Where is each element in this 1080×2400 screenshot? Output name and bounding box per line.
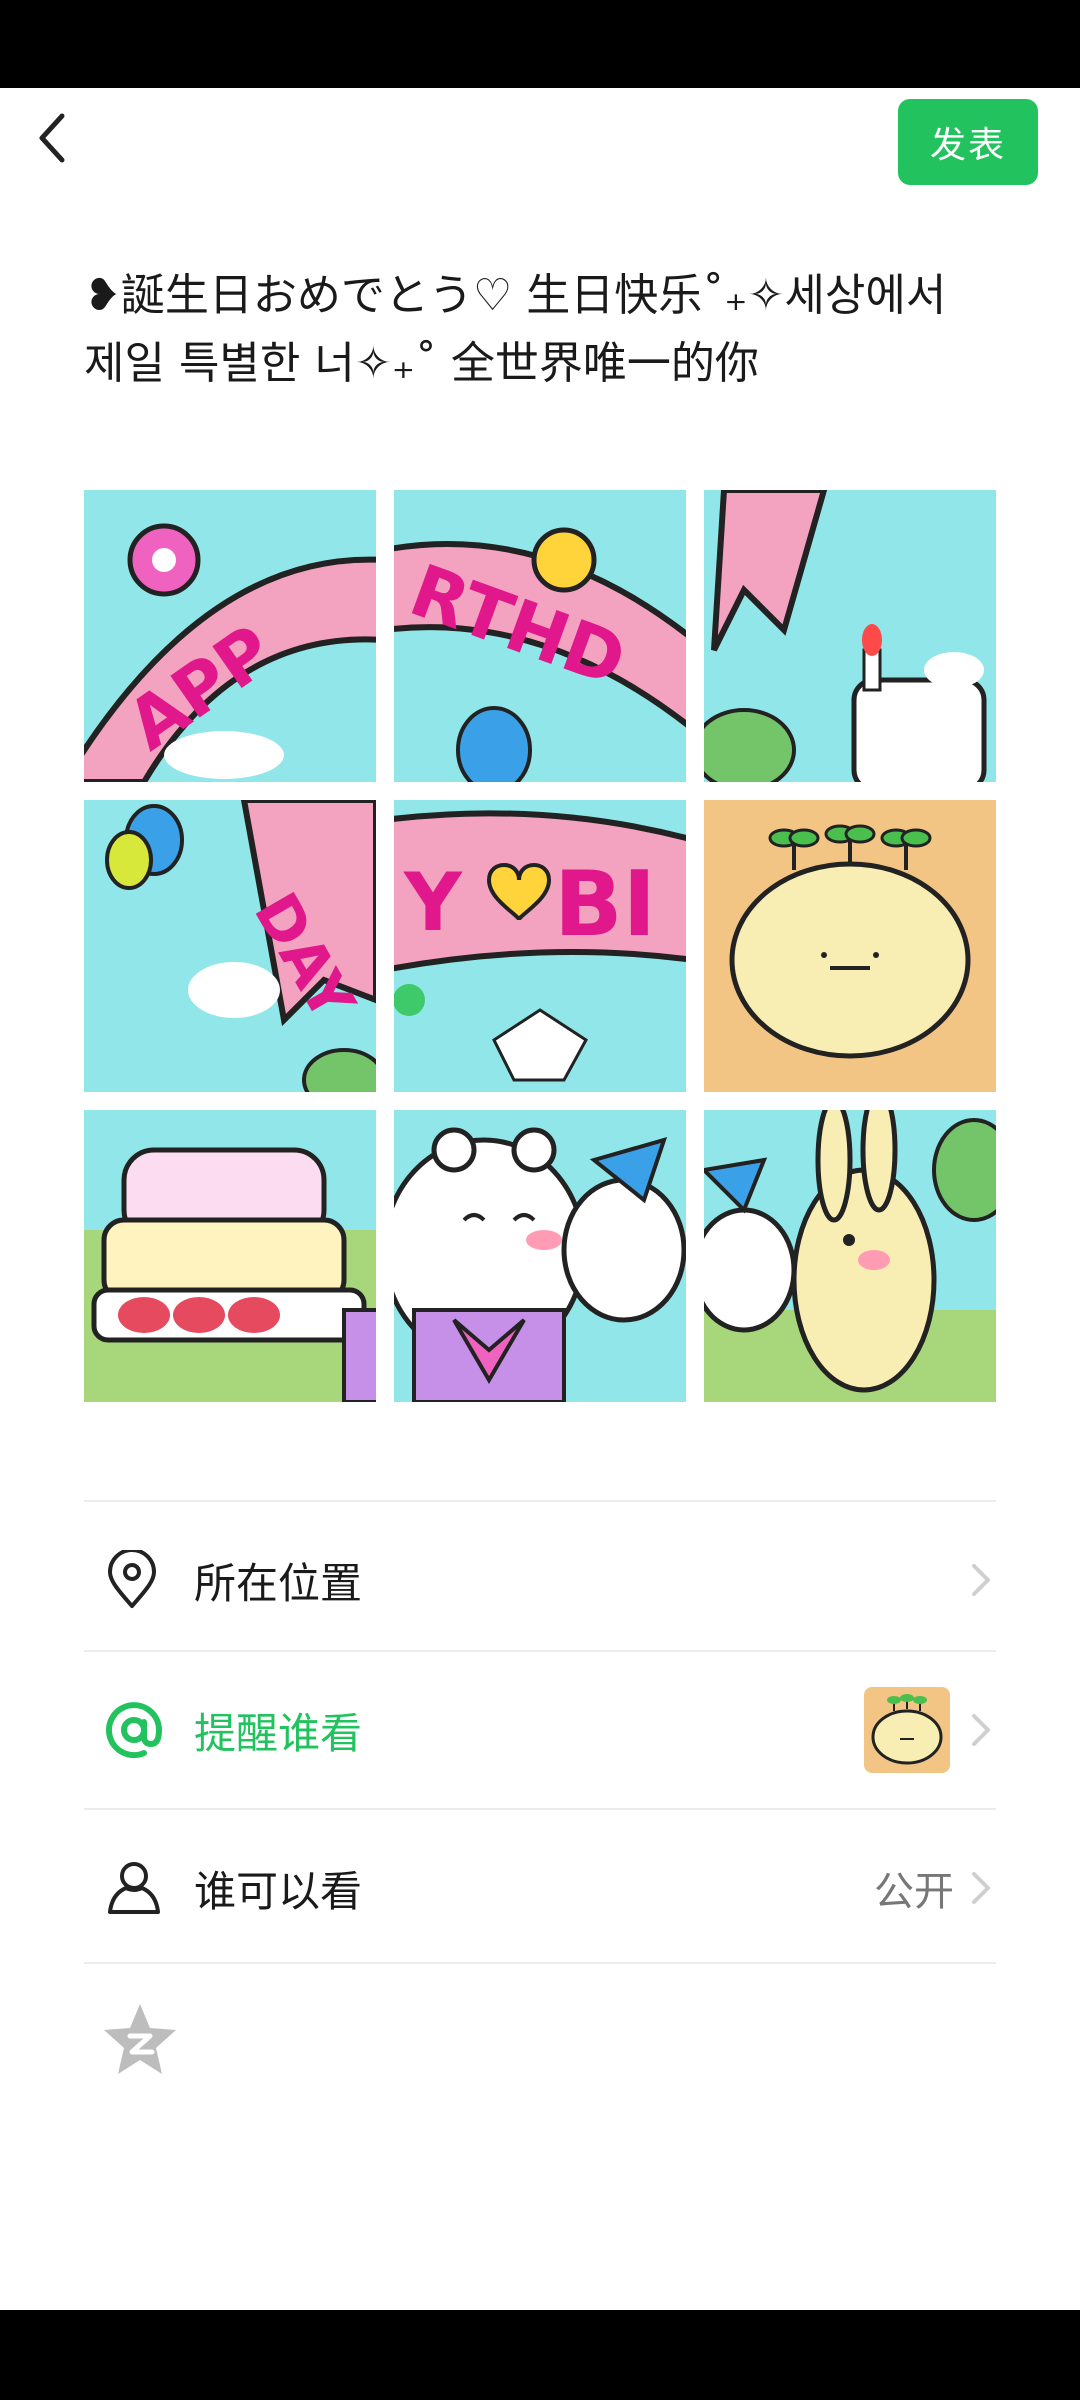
photo-tile-4[interactable]: DAY: [84, 800, 376, 1092]
location-row[interactable]: 所在位置: [84, 1502, 996, 1658]
header: 发表: [0, 88, 1080, 198]
back-button[interactable]: [28, 108, 88, 168]
publish-button[interactable]: 发表: [898, 99, 1038, 185]
photo-tile-9[interactable]: [704, 1110, 996, 1402]
mention-row[interactable]: 提醒谁看: [84, 1652, 996, 1808]
visibility-label: 谁可以看: [194, 1866, 363, 1916]
photo-tile-3[interactable]: [704, 490, 996, 782]
photo-tile-7[interactable]: [84, 1110, 376, 1402]
person-icon: [108, 1862, 160, 1914]
mentioned-avatar: [864, 1687, 950, 1773]
photo-tile-2[interactable]: RTHD: [394, 490, 686, 782]
chevron-right-icon: [972, 1714, 990, 1746]
photo-tile-6[interactable]: [704, 800, 996, 1092]
chevron-right-icon: [972, 1872, 990, 1904]
status-bar: [0, 0, 1080, 88]
post-text[interactable]: ❥誕生日おめでとう♡ 生日快乐˚₊✧세상에서 제일 특별한 너✧₊˚ 全世界唯一…: [84, 262, 984, 398]
visibility-row[interactable]: 谁可以看 公开: [84, 1810, 996, 1966]
location-pin-icon: [108, 1550, 156, 1608]
qzone-star-icon: [104, 2004, 176, 2074]
at-sign-icon: [106, 1702, 163, 1759]
photo-tile-8[interactable]: [394, 1110, 686, 1402]
photo-tile-1[interactable]: APP: [84, 490, 376, 782]
location-label: 所在位置: [194, 1558, 363, 1608]
back-arrow-icon: [39, 113, 65, 163]
photo-tile-5[interactable]: Y BI: [394, 800, 686, 1092]
visibility-value: 公开: [874, 1869, 954, 1915]
system-nav-bar: [0, 2310, 1080, 2400]
svg-text:BI: BI: [554, 852, 656, 957]
image-grid: APP RTHD DAY Y BI: [84, 490, 996, 1402]
mention-label: 提醒谁看: [194, 1708, 363, 1758]
divider: [84, 1962, 996, 1964]
svg-text:Y: Y: [403, 856, 463, 949]
qzone-share-toggle[interactable]: [100, 2000, 180, 2080]
chevron-right-icon: [972, 1564, 990, 1596]
